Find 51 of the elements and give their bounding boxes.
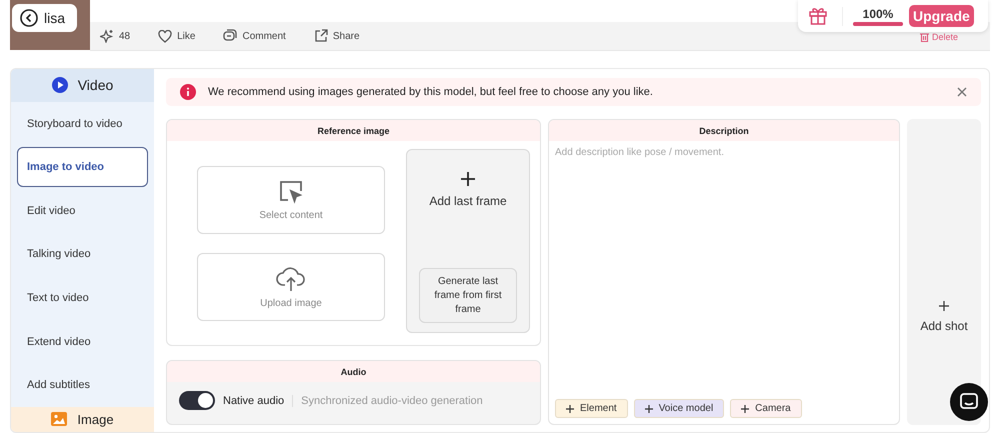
comment-icon [223, 29, 238, 43]
sidebar-item[interactable]: Text to video [17, 278, 148, 318]
audio-hint: Synchronized audio-video generation [301, 394, 483, 406]
back-button[interactable]: lisa [12, 4, 77, 32]
action-button[interactable]: 48 [100, 29, 130, 43]
sidebar-item[interactable]: Image to video [17, 147, 148, 187]
section-header[interactable]: Video [11, 69, 154, 102]
action-button[interactable]: Like [158, 29, 196, 43]
tag-chip[interactable]: Camera [730, 399, 802, 418]
credit-percent: 100% [862, 6, 894, 20]
alert-text: We recommend using images generated by this model, but feel free to choose any you like. [208, 86, 654, 98]
section-header[interactable]: Image [11, 406, 154, 432]
chat-icon [960, 393, 978, 411]
toggle-switch[interactable] [179, 391, 215, 410]
tag-chip[interactable]: Element [555, 399, 628, 418]
sidebar-item[interactable]: Storyboard to video [17, 104, 148, 144]
upload-image-button[interactable]: Upload image [197, 253, 385, 321]
cursor-select-icon [279, 180, 303, 204]
select-content-button[interactable]: Select content [197, 166, 385, 234]
plus-icon [741, 404, 750, 412]
play-icon [52, 77, 68, 94]
tag-chip[interactable]: Voice model [634, 399, 724, 418]
cloud-upload-icon [276, 266, 306, 292]
panel-title: Reference image [167, 120, 540, 141]
image-icon [51, 412, 68, 426]
back-icon [20, 9, 38, 27]
action-button[interactable]: Share [314, 29, 360, 43]
add-shot-button[interactable]: Add shot [907, 119, 981, 425]
plus-icon [644, 404, 653, 412]
info-icon [180, 84, 196, 100]
plus-icon [939, 301, 949, 311]
sidebar-item[interactable]: Add subtitles [17, 365, 148, 405]
heart-icon [158, 30, 172, 42]
close-icon[interactable] [957, 87, 967, 97]
panel-title: Description [549, 120, 899, 141]
add-last-frame-button[interactable]: Add last frame [429, 172, 507, 208]
toggle-label: Native audio [223, 394, 284, 406]
gift-icon[interactable] [808, 6, 828, 26]
share-icon [314, 29, 328, 43]
sidebar-item[interactable]: Extend video [17, 322, 148, 362]
plus-icon [461, 172, 475, 186]
action-button[interactable]: Comment [223, 29, 286, 43]
panel-title: Audio [167, 361, 540, 382]
generate-button[interactable]: Generate last frame from first frame [419, 268, 517, 323]
sidebar-item[interactable]: Edit video [17, 190, 148, 231]
trash-icon [920, 32, 929, 42]
sparkle-icon [100, 29, 114, 43]
sidebar-item[interactable]: Talking video [17, 234, 148, 274]
plus-icon [566, 404, 574, 412]
description-panel[interactable]: Description Add description like pose / movement. Element Voice model Camera [548, 119, 900, 425]
upgrade-button[interactable]: Upgrade [909, 5, 974, 27]
